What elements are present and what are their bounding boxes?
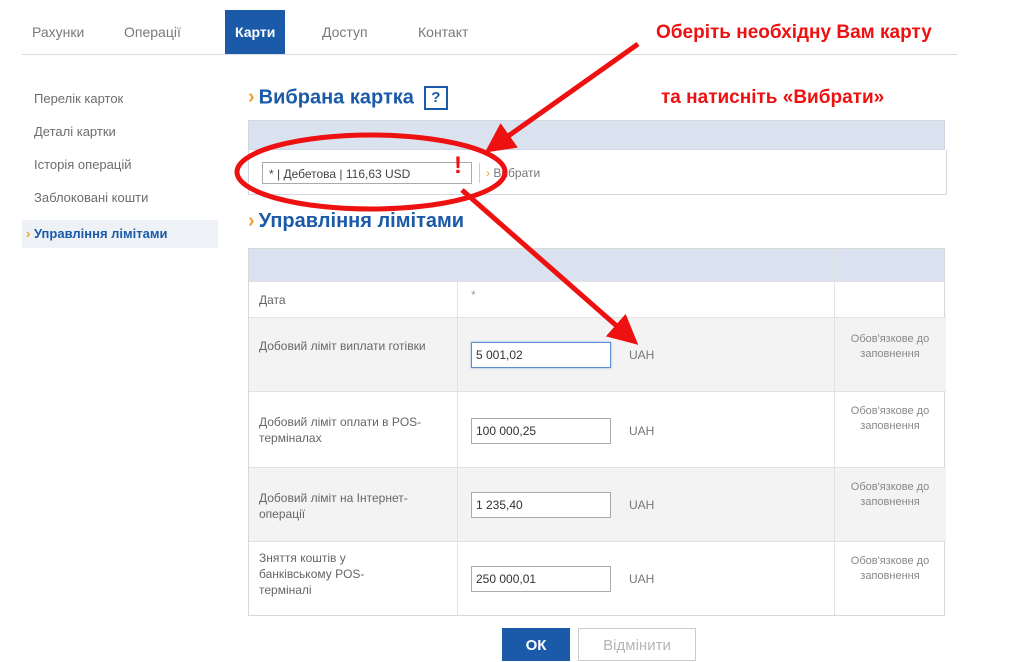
annotation-overlay [234, 41, 640, 345]
annotation-arrow-1 [484, 41, 640, 153]
annotation-ellipse [234, 132, 508, 212]
exclamation-icon: ! [454, 152, 462, 179]
annotation-arrow-2 [460, 188, 639, 345]
